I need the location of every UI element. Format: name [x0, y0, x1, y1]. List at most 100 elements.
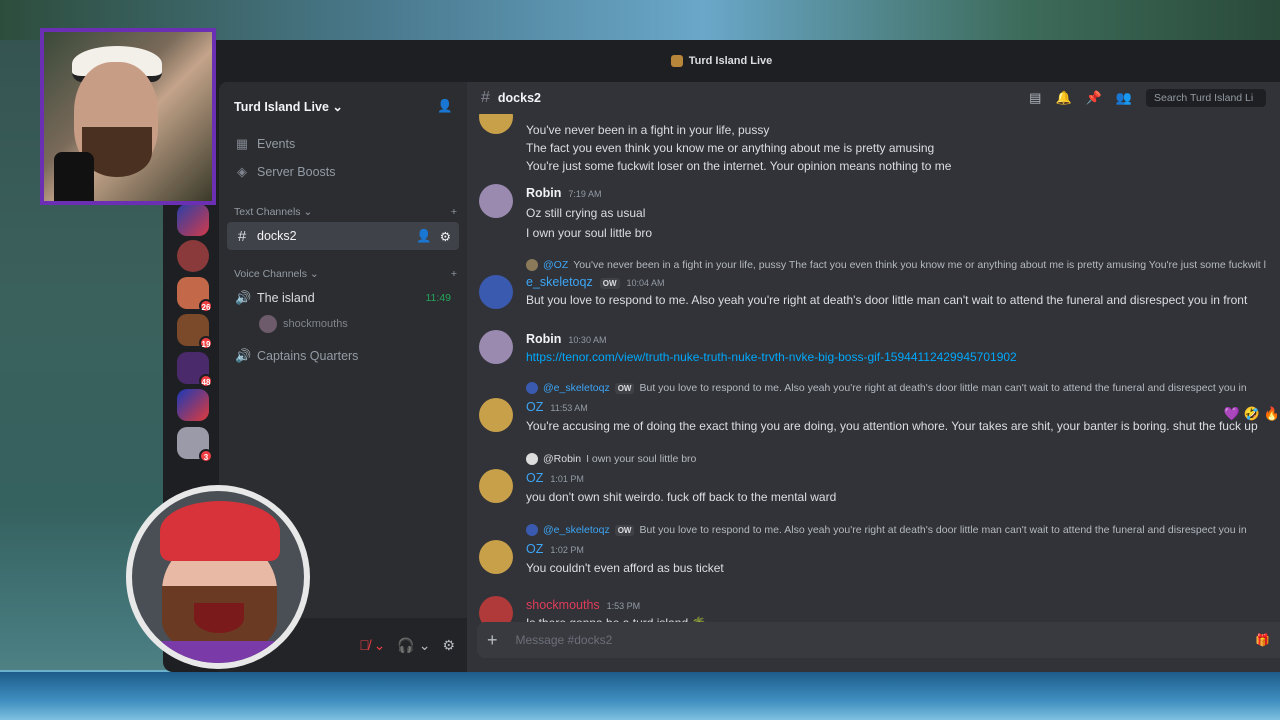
sidebar-item-events[interactable]: ▦ Events: [227, 130, 459, 158]
guild-icon[interactable]: 48: [177, 352, 213, 388]
avatar[interactable]: [479, 275, 513, 309]
member-list-icon[interactable]: 👥: [1116, 90, 1132, 106]
message-composer[interactable]: + Message #docks2 🎁: [477, 622, 1280, 658]
reply-author: @e_skeletoqz: [543, 524, 610, 536]
bell-icon[interactable]: 🔔: [1055, 90, 1071, 106]
message-time: 1:02 PM: [550, 545, 584, 555]
reaction-fire-icon[interactable]: 🔥: [1264, 406, 1280, 422]
chat-area: # docks2 ▤ 🔔 📌 👥 Search Turd Island Li Yo…: [467, 82, 1280, 672]
reply-author: @Robin: [543, 453, 582, 465]
message-time: 10:30 AM: [568, 335, 607, 345]
add-member-icon[interactable]: 👤: [437, 99, 453, 114]
message-text: You couldn't even afford as bus ticket: [526, 561, 724, 575]
unread-badge: 19: [199, 336, 213, 350]
guild-icon[interactable]: [177, 389, 209, 421]
voice-timer: 11:49: [425, 292, 452, 304]
avatar[interactable]: [479, 184, 513, 218]
server-tag: OW: [614, 382, 635, 394]
gift-icon[interactable]: 🎁: [1255, 633, 1270, 647]
voice-channel-captains-quarters[interactable]: 🔊 Captains Quarters: [227, 342, 459, 370]
message-author[interactable]: OZ: [526, 400, 543, 414]
speaker-icon: 🔊: [235, 348, 252, 363]
pin-icon[interactable]: 📌: [1086, 90, 1102, 106]
message-text: you don't own shit weirdo. fuck off back…: [526, 490, 837, 504]
boost-icon: ◈: [237, 164, 247, 179]
message-link[interactable]: https://tenor.com/view/truth-nuke-truth-…: [526, 350, 1017, 364]
message-author[interactable]: OZ: [526, 471, 543, 485]
message-text: You've never been in a fight in your lif…: [526, 123, 770, 137]
category-text-channels[interactable]: Text Channels ⌄ +: [219, 202, 467, 222]
reply-author: @OZ: [543, 259, 569, 271]
message-time: 1:53 PM: [606, 601, 641, 611]
chevron-down-icon: ⌄: [332, 99, 343, 114]
sidebar-item-label: Events: [257, 137, 296, 151]
message-text: You're accusing me of doing the exact th…: [526, 419, 1258, 433]
guild-icon[interactable]: [177, 204, 209, 236]
category-label: Voice Channels: [234, 268, 307, 280]
channel-docks2[interactable]: # docks2 👤 ⚙: [227, 222, 459, 250]
reply-avatar: [526, 453, 538, 465]
reply-avatar: [526, 259, 538, 271]
message-text: The fact you even think you know me or a…: [526, 141, 935, 155]
hash-icon: #: [237, 227, 247, 245]
category-label: Text Channels: [234, 206, 301, 218]
avatar[interactable]: [479, 398, 513, 432]
threads-icon[interactable]: ▤: [1029, 90, 1041, 106]
message-input[interactable]: Message #docks2: [516, 633, 1238, 647]
mascot-mouth: [194, 603, 244, 633]
streamer-video: [44, 32, 212, 201]
add-channel-icon[interactable]: +: [451, 206, 457, 218]
attach-plus-icon[interactable]: +: [487, 630, 498, 651]
voice-user[interactable]: shockmouths: [259, 312, 467, 336]
category-voice-channels[interactable]: Voice Channels ⌄ +: [219, 264, 467, 284]
guild-icon[interactable]: [177, 240, 209, 272]
search-input[interactable]: Search Turd Island Li: [1146, 89, 1266, 107]
headphones-icon[interactable]: 🎧 ⌄: [397, 637, 430, 654]
server-tag: OW: [614, 524, 635, 536]
voice-user-name: shockmouths: [283, 318, 348, 330]
settings-gear-icon[interactable]: ⚙: [442, 637, 455, 654]
server-tag: OW: [599, 278, 620, 289]
reply-avatar: [526, 382, 538, 394]
mute-mic-icon[interactable]: 🎙̸ ⌄: [359, 637, 385, 654]
microphone: [54, 152, 94, 201]
message-author[interactable]: Robin: [526, 186, 561, 200]
channel-title: docks2: [497, 91, 541, 105]
message-author[interactable]: Robin: [526, 332, 561, 346]
reply-text: But you love to respond to me. Also yeah…: [639, 382, 1247, 394]
avatar[interactable]: [479, 114, 513, 134]
reply-preview[interactable]: @e_skeletoqz OW But you love to respond …: [526, 382, 1247, 394]
add-channel-icon[interactable]: +: [451, 268, 457, 280]
gear-icon[interactable]: ⚙: [440, 229, 451, 244]
reply-author: @e_skeletoqz: [543, 382, 610, 394]
speaker-icon: 🔊: [235, 290, 252, 305]
avatar[interactable]: [479, 330, 513, 364]
cartoon-mascot-avatar: [126, 485, 310, 669]
avatar[interactable]: [479, 469, 513, 503]
reply-preview[interactable]: @Robin I own your soul little bro: [526, 453, 696, 465]
unread-badge: 48: [199, 374, 213, 388]
guild-icon[interactable]: 19: [177, 314, 213, 350]
unread-badge: 26: [199, 299, 213, 313]
message-author[interactable]: OZ: [526, 542, 543, 556]
message-author[interactable]: e_skeletoqz: [526, 275, 593, 289]
invite-icon[interactable]: 👤: [416, 229, 432, 244]
message-text: You're just some fuckwit loser on the in…: [526, 159, 952, 173]
reply-text: I own your soul little bro: [586, 453, 697, 465]
message-text: I own your soul little bro: [526, 226, 653, 240]
title-bar: Turd Island Live: [163, 40, 1280, 82]
avatar[interactable]: [479, 540, 513, 574]
guild-icon[interactable]: 3: [177, 427, 213, 463]
guild-icon[interactable]: 26: [177, 277, 213, 313]
background-water: [0, 672, 1280, 720]
message-author[interactable]: shockmouths: [526, 598, 600, 612]
sidebar-item-server-boosts[interactable]: ◈ Server Boosts: [227, 158, 459, 186]
reply-preview[interactable]: @e_skeletoqz OW But you love to respond …: [526, 524, 1247, 536]
message-list[interactable]: You've never been in a fight in your lif…: [467, 114, 1280, 634]
reply-preview[interactable]: @OZ You've never been in a fight in your…: [526, 259, 1266, 271]
reply-text: You've never been in a fight in your lif…: [573, 259, 1266, 271]
server-header[interactable]: Turd Island Live ⌄ 👤: [219, 82, 467, 130]
avatar: [259, 315, 277, 333]
voice-channel-the-island[interactable]: 🔊 The island 11:49: [227, 284, 459, 312]
message-text: Oz still crying as usual: [526, 206, 646, 220]
